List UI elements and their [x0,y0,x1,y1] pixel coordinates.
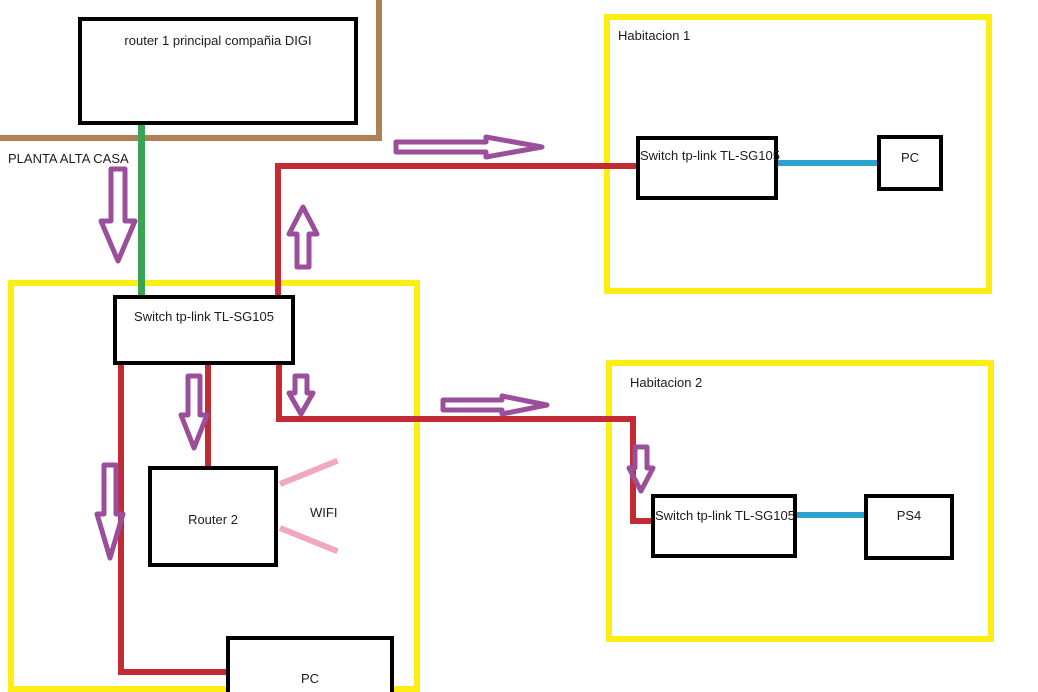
node-habitacion-1-switch[interactable]: Switch tp-link TL-SG105 [636,136,780,200]
wifi-label: WIFI [310,505,338,520]
node-pc-lower[interactable]: PC [226,636,394,692]
node-habitacion-2-switch[interactable]: Switch tp-link TL-SG105 [651,494,797,558]
planta-alta-casa-label: PLANTA ALTA CASA [8,151,129,166]
cable-red-to-habitacion-2 [276,416,636,422]
node-main-switch-label: Switch tp-link TL-SG105 [134,309,274,324]
cable-red-habitacion-2-drop [630,416,636,521]
node-habitacion-2-ps4[interactable]: PS4 [864,494,954,560]
node-habitacion-1-pc-label: PC [900,150,920,165]
habitacion-1-label: Habitacion 1 [618,28,691,43]
node-router-2[interactable]: Router 2 [148,466,278,567]
node-main-router[interactable]: router 1 principal compañia DIGI [78,17,358,125]
floor-divider-vertical [376,0,382,141]
node-habitacion-1-switch-label: Switch tp-link TL-SG105 [640,148,780,163]
floor-divider-horizontal [0,135,382,141]
cable-red-switch-up-segment [275,163,281,298]
cable-red-switch-to-pc-horizontal [118,669,228,675]
cable-red-switch-to-pc-vertical [118,363,124,675]
node-main-router-label: router 1 principal compañia DIGI [124,33,312,48]
arrow-down-planta-alta-icon [98,166,138,266]
cable-green-router1-to-switch [138,120,145,305]
arrow-right-habitacion-2-icon [440,393,550,417]
node-pc-lower-label: PC [300,671,320,686]
cable-blue-hab2-switch-to-ps4 [790,512,870,518]
node-habitacion-2-switch-label: Switch tp-link TL-SG105 [655,508,795,523]
cable-blue-hab1-switch-to-pc [770,160,880,166]
cable-red-switch-to-router2 [205,363,211,470]
node-router-2-label: Router 2 [188,512,238,527]
habitacion-2-label: Habitacion 2 [630,375,703,390]
network-diagram-canvas: Habitacion 1 Habitacion 2 router 1 princ… [0,0,1038,692]
node-habitacion-1-pc[interactable]: PC [877,135,943,191]
cable-red-to-habitacion-1 [275,163,665,169]
cable-red-switch-down-right [276,363,282,419]
node-habitacion-2-ps4-label: PS4 [896,508,922,523]
arrow-right-habitacion-1-icon [393,134,545,160]
node-main-switch[interactable]: Switch tp-link TL-SG105 [113,295,295,365]
arrow-up-to-habitacion-1-icon [286,204,320,270]
